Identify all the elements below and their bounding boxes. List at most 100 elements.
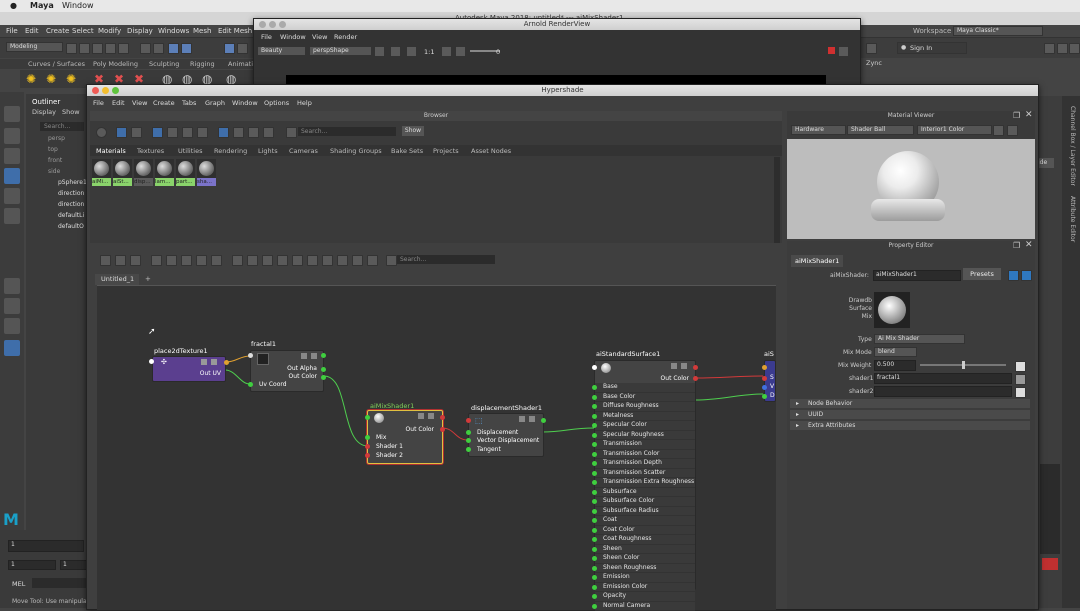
input-port[interactable]: [762, 385, 767, 390]
input-port[interactable]: [592, 518, 597, 523]
node-ai-partial[interactable]: S V D: [764, 360, 776, 402]
input-port[interactable]: [365, 453, 370, 458]
node-expand-icon[interactable]: [529, 416, 535, 422]
port-row[interactable]: Base Color: [595, 393, 695, 403]
node-expand-icon[interactable]: [311, 353, 317, 359]
input-port[interactable]: [592, 365, 597, 370]
node-expand-icon[interactable]: [681, 363, 687, 369]
port-label: Out Color: [406, 426, 434, 433]
input-port[interactable]: [592, 385, 597, 390]
port-row[interactable]: Transmission Color: [595, 450, 695, 460]
port-row[interactable]: Subsurface Radius: [595, 507, 695, 517]
port-row[interactable]: Coat Color: [595, 526, 695, 536]
mix-swatch: [374, 413, 384, 423]
input-port[interactable]: [762, 365, 767, 370]
node-swatch-icon[interactable]: [418, 413, 424, 419]
input-port[interactable]: [365, 435, 370, 440]
input-port[interactable]: [592, 461, 597, 466]
output-port[interactable]: [693, 365, 698, 370]
port-label: Mix: [376, 434, 386, 441]
node-aistandardsurface[interactable]: Out Color BaseBase ColorDiffuse Roughnes…: [594, 360, 696, 590]
input-port[interactable]: [466, 447, 471, 452]
node-fractal[interactable]: Out Alpha Out Color Uv Coord: [250, 350, 324, 392]
input-port[interactable]: [365, 415, 370, 420]
input-port[interactable]: [592, 575, 597, 580]
port-row[interactable]: Specular Color: [595, 421, 695, 431]
input-port[interactable]: [248, 353, 253, 358]
node-expand-icon[interactable]: [428, 413, 434, 419]
port-row[interactable]: Coat: [595, 516, 695, 526]
output-port[interactable]: [440, 427, 445, 432]
node-swatch-icon[interactable]: [519, 416, 525, 422]
input-port[interactable]: [592, 528, 597, 533]
input-port[interactable]: [762, 376, 767, 381]
node-aimixshader[interactable]: Out Color Mix Shader 1 Shader 2: [367, 410, 443, 464]
input-port[interactable]: [592, 404, 597, 409]
port-row[interactable]: Transmission: [595, 440, 695, 450]
wire-surface-out: [696, 376, 763, 378]
input-port[interactable]: [592, 423, 597, 428]
input-port[interactable]: [592, 452, 597, 457]
input-port[interactable]: [592, 566, 597, 571]
input-port[interactable]: [592, 395, 597, 400]
node-title: place2dTexture1: [154, 347, 208, 355]
node-swatch-icon[interactable]: [201, 359, 207, 365]
output-port[interactable]: [693, 376, 698, 381]
input-port[interactable]: [592, 585, 597, 590]
input-port[interactable]: [592, 499, 597, 504]
port-row[interactable]: Normal Camera: [595, 602, 695, 611]
output-port[interactable]: [224, 360, 229, 365]
input-port[interactable]: [592, 471, 597, 476]
port-row[interactable]: Subsurface: [595, 488, 695, 498]
port-row[interactable]: Sheen Roughness: [595, 564, 695, 574]
output-port[interactable]: [321, 367, 326, 372]
node-swatch-icon[interactable]: [671, 363, 677, 369]
input-port[interactable]: [592, 537, 597, 542]
port-label: Vector Displacement: [477, 437, 539, 444]
port-row[interactable]: Base: [595, 383, 695, 393]
port-label: Specular Roughness: [603, 431, 664, 438]
output-port[interactable]: [321, 375, 326, 380]
port-row[interactable]: Sheen Color: [595, 554, 695, 564]
input-port[interactable]: [762, 394, 767, 399]
input-port[interactable]: [592, 414, 597, 419]
node-title: aiMixShader1: [370, 402, 414, 410]
input-port[interactable]: [592, 442, 597, 447]
port-row[interactable]: Metalness: [595, 412, 695, 422]
port-row[interactable]: Opacity: [595, 592, 695, 602]
node-swatch-icon[interactable]: [301, 353, 307, 359]
port-row[interactable]: Specular Roughness: [595, 431, 695, 441]
port-label: Transmission: [603, 440, 642, 447]
port-row[interactable]: Diffuse Roughness: [595, 402, 695, 412]
node-displacementshader[interactable]: ⬚ Displacement Vector Displacement Tange…: [468, 413, 544, 457]
port-label: Subsurface Radius: [603, 507, 659, 514]
output-port[interactable]: [440, 415, 445, 420]
node-place2dtexture[interactable]: ✣ Out UV: [152, 356, 226, 382]
input-port[interactable]: [365, 444, 370, 449]
port-row[interactable]: Sheen: [595, 545, 695, 555]
output-port[interactable]: [541, 418, 546, 423]
input-port[interactable]: [592, 509, 597, 514]
input-port[interactable]: [466, 430, 471, 435]
input-port[interactable]: [592, 433, 597, 438]
input-port[interactable]: [248, 382, 253, 387]
output-port[interactable]: [321, 353, 326, 358]
input-port[interactable]: [592, 490, 597, 495]
port-label: Out UV: [200, 370, 221, 377]
port-row[interactable]: Transmission Scatter: [595, 469, 695, 479]
port-row[interactable]: Transmission Depth: [595, 459, 695, 469]
input-port[interactable]: [592, 480, 597, 485]
input-port[interactable]: [592, 547, 597, 552]
node-expand-icon[interactable]: [211, 359, 217, 365]
input-port[interactable]: [466, 418, 471, 423]
input-port[interactable]: [149, 359, 154, 364]
port-row[interactable]: Transmission Extra Roughness: [595, 478, 695, 488]
port-row[interactable]: Emission Color: [595, 583, 695, 593]
input-port[interactable]: [592, 556, 597, 561]
port-label: Out Color: [661, 375, 689, 382]
port-row[interactable]: Coat Roughness: [595, 535, 695, 545]
input-port[interactable]: [592, 594, 597, 599]
input-port[interactable]: [466, 438, 471, 443]
port-row[interactable]: Emission: [595, 573, 695, 583]
port-row[interactable]: Subsurface Color: [595, 497, 695, 507]
